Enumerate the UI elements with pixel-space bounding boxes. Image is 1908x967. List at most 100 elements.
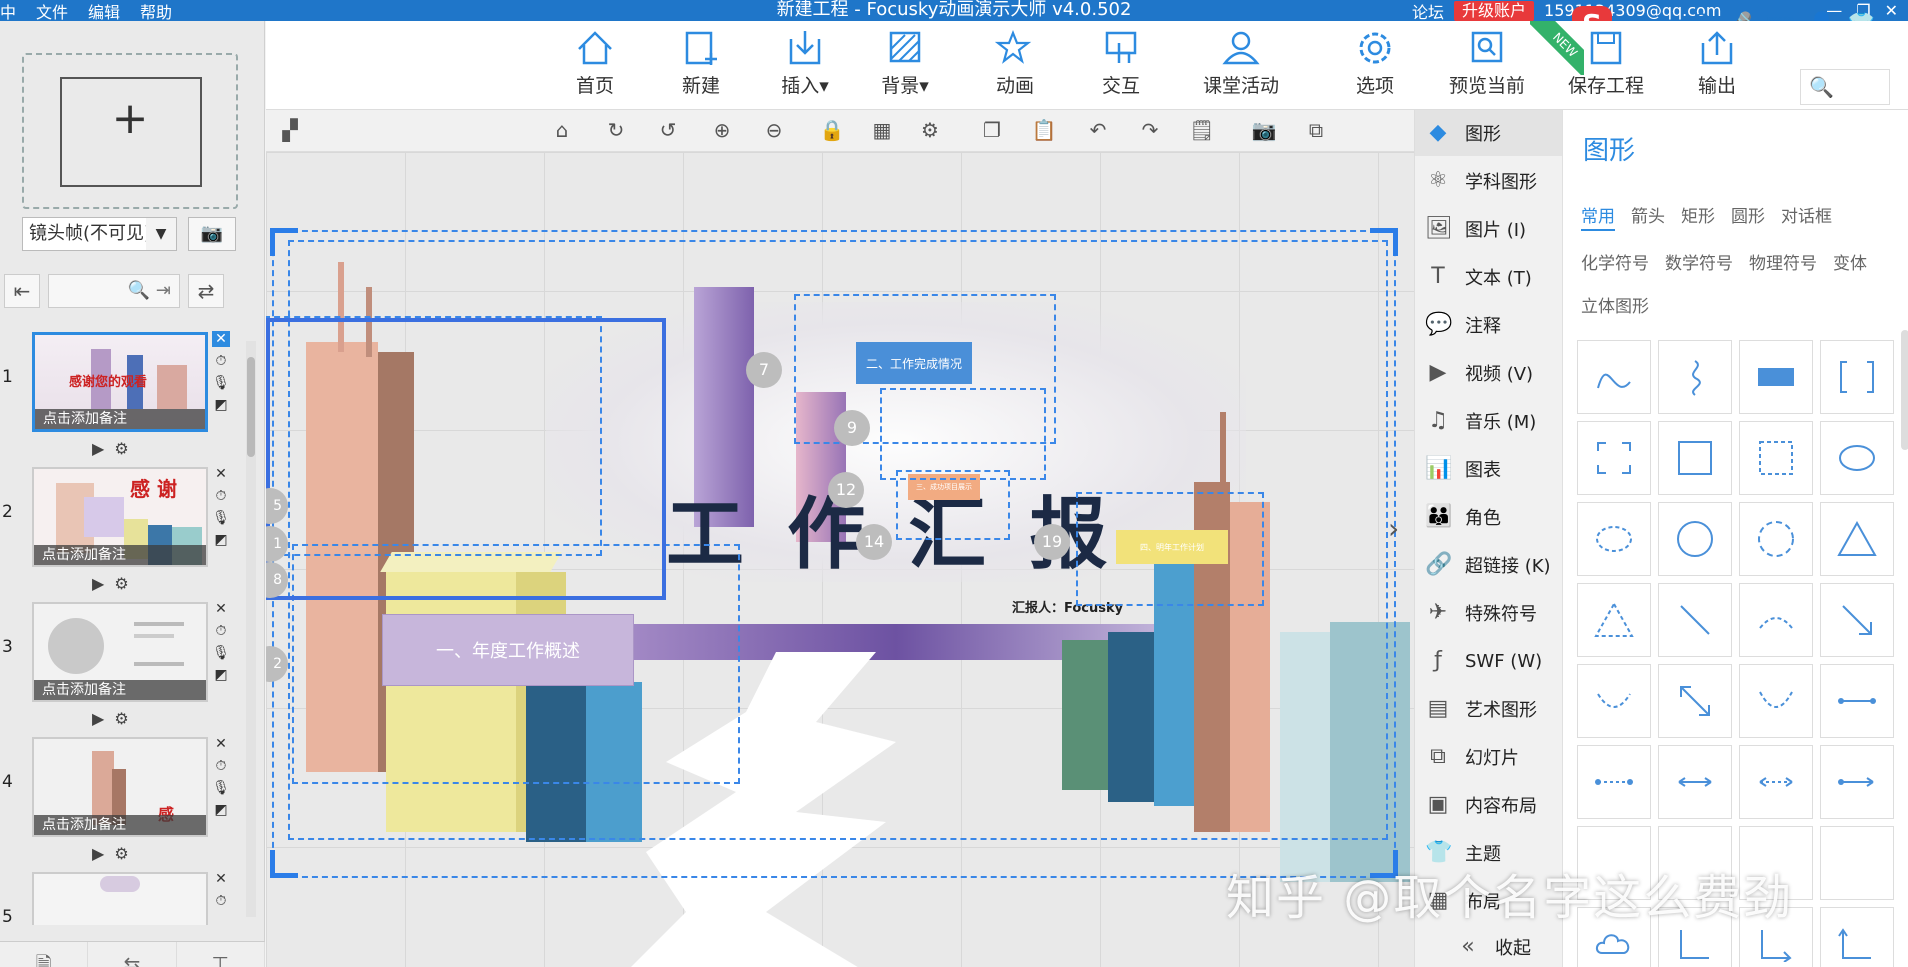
step-marker[interactable]: 7 xyxy=(746,352,782,388)
first-slide-icon[interactable]: ⇤ xyxy=(4,274,40,308)
shape-cat-physics[interactable]: 物理符号 xyxy=(1749,249,1817,274)
forum-link[interactable]: 论坛 xyxy=(1412,0,1444,23)
upgrade-account-button[interactable]: 升级账户 xyxy=(1454,0,1535,21)
category-image[interactable]: 🖼 图片 (I) xyxy=(1415,206,1563,252)
animation-button[interactable]: 动画 xyxy=(970,29,1060,98)
slide-item[interactable]: 5 ✕ ⏱ xyxy=(0,869,245,925)
scroll-thumb[interactable] xyxy=(247,357,255,457)
slide-note[interactable]: 点击添加备注 xyxy=(34,545,206,565)
frame-outline[interactable] xyxy=(880,388,1046,480)
history-icon[interactable]: 🗒 xyxy=(1188,118,1216,142)
settings-icon[interactable]: ⚙ xyxy=(114,844,128,863)
slide-note[interactable]: 点击添加备注 xyxy=(35,409,205,429)
shape-ellipse[interactable] xyxy=(1820,421,1894,495)
shape-cat-common[interactable]: 常用 xyxy=(1581,202,1615,231)
category-swf[interactable]: ƒ SWF (W) xyxy=(1415,638,1563,684)
timer-icon[interactable]: ⏱ xyxy=(216,893,227,909)
slide-search-input[interactable]: 🔍 ⇥ xyxy=(48,274,180,308)
category-note[interactable]: 💬 注释 xyxy=(1415,302,1563,348)
shape-dashed-double-head[interactable] xyxy=(1739,745,1813,819)
redo-icon[interactable]: ↷ xyxy=(1136,118,1164,142)
shape-cat-chemistry[interactable]: 化学符号 xyxy=(1581,249,1649,274)
shape-arrow-line[interactable] xyxy=(1820,583,1894,657)
slide-thumbnail[interactable]: 感 点击添加备注 xyxy=(32,737,208,837)
mic-icon[interactable]: 🎙 xyxy=(212,510,230,526)
shape-triangle[interactable] xyxy=(1820,502,1894,576)
shape-cat-3d[interactable]: 立体图形 xyxy=(1581,292,1649,317)
category-shape[interactable]: ◆ 图形 xyxy=(1415,110,1563,156)
toolbar-search-input[interactable]: 🔍 xyxy=(1800,69,1890,105)
timer-icon[interactable]: ⏱ xyxy=(216,488,227,504)
shape-curve[interactable] xyxy=(1577,340,1651,414)
layout-icon[interactable]: ▞ xyxy=(276,118,304,142)
category-special-symbol[interactable]: ✈ 特殊符号 xyxy=(1415,590,1563,636)
editing-canvas[interactable]: 工 作 汇 报 汇报人：Focusky 一、年度工作概述 二、工作完成情况 三、… xyxy=(266,152,1414,967)
category-chart[interactable]: 📊 图表 xyxy=(1415,446,1563,492)
shape-arc-arrow[interactable] xyxy=(1739,664,1813,738)
shape-cat-arrow[interactable]: 箭头 xyxy=(1631,202,1665,231)
background-button[interactable]: 背景▾ xyxy=(860,29,950,98)
home-view-icon[interactable]: ⌂ xyxy=(548,118,576,142)
collapse-panel-icon[interactable]: ⊤ xyxy=(177,942,265,967)
category-music[interactable]: ♫ 音乐 (M) xyxy=(1415,398,1563,444)
slide-note[interactable]: 点击添加备注 xyxy=(34,815,206,835)
grid-settings-icon[interactable]: ⚙ xyxy=(916,118,944,142)
shape-circle[interactable] xyxy=(1658,502,1732,576)
last-slide-icon[interactable]: ⇥ xyxy=(156,280,171,301)
add-frame-button[interactable]: + xyxy=(22,53,238,209)
chevron-down-icon[interactable]: ▼ xyxy=(146,218,176,250)
shape-cat-dialog[interactable]: 对话框 xyxy=(1781,202,1832,231)
shape-arrow-right[interactable] xyxy=(1820,745,1894,819)
play-icon[interactable]: ▶ xyxy=(92,844,104,863)
step-marker[interactable]: 19 xyxy=(1034,524,1070,560)
reorder-icon[interactable]: ⇄ xyxy=(188,274,224,308)
delete-slide-icon[interactable]: ✕ xyxy=(215,871,227,887)
shape-dashed-triangle[interactable] xyxy=(1577,583,1651,657)
slide-item[interactable]: 2 感 谢 点击添加备注 ✕ ⏱ 🎙 ◩ ▶ ⚙ xyxy=(0,464,245,594)
rotate-left-icon[interactable]: ↺ xyxy=(654,118,682,142)
shape-double-arrow[interactable] xyxy=(1658,664,1732,738)
delete-slide-icon[interactable]: ✕ xyxy=(215,466,227,482)
timer-icon[interactable]: ⏱ xyxy=(216,623,227,639)
timer-icon[interactable]: ⏱ xyxy=(216,353,227,369)
play-icon[interactable]: ▶ xyxy=(92,709,104,728)
rotate-right-icon[interactable]: ↻ xyxy=(602,118,630,142)
insert-button[interactable]: 插入▾ xyxy=(760,29,850,98)
step-marker[interactable]: 9 xyxy=(834,410,870,446)
settings-icon[interactable]: ⚙ xyxy=(114,709,128,728)
frame-outline[interactable] xyxy=(896,470,1010,540)
delete-slide-icon[interactable]: ✕ xyxy=(215,736,227,752)
shape-dot-line[interactable] xyxy=(1820,664,1894,738)
settings-icon[interactable]: ⚙ xyxy=(114,439,128,458)
home-button[interactable]: 首页 xyxy=(550,29,640,98)
shape-line[interactable] xyxy=(1658,583,1732,657)
shape-elbow-double-arrow[interactable] xyxy=(1820,907,1894,967)
shape-corner-frame[interactable] xyxy=(1577,421,1651,495)
slide-note[interactable]: 点击添加备注 xyxy=(34,680,206,700)
category-slideshow[interactable]: ⧉ 幻灯片 xyxy=(1415,734,1563,780)
shape-cat-circle[interactable]: 圆形 xyxy=(1731,202,1765,231)
shape-dashed-circle[interactable] xyxy=(1739,502,1813,576)
copy-icon[interactable]: ❐ xyxy=(978,118,1006,142)
camera-frame-select[interactable]: 镜头帧(不可见) ▼ xyxy=(22,217,177,251)
grid-icon[interactable]: ▦ xyxy=(868,118,896,142)
mic-icon[interactable]: 🎙 xyxy=(212,645,230,661)
category-text[interactable]: T 文本 (T) xyxy=(1415,254,1563,300)
slide-thumbnail[interactable] xyxy=(32,872,208,925)
options-button[interactable]: 选项 xyxy=(1330,29,1420,98)
zoom-out-icon[interactable]: ⊖ xyxy=(760,118,788,142)
collapse-button[interactable]: « 收起 xyxy=(1415,924,1563,967)
play-icon[interactable]: ▶ xyxy=(92,574,104,593)
step-marker[interactable]: 14 xyxy=(856,524,892,560)
delete-slide-icon[interactable]: ✕ xyxy=(215,601,227,617)
shape-cat-rect[interactable]: 矩形 xyxy=(1681,202,1715,231)
preview-current-button[interactable]: 预览当前 xyxy=(1432,29,1542,98)
category-video[interactable]: ▶ 视频 (V) xyxy=(1415,350,1563,396)
slide-thumbnail[interactable]: 感谢您的观看 点击添加备注 xyxy=(32,332,208,432)
slide-item[interactable]: 3 点击添加备注 ✕ ⏱ 🎙 ◩ ▶ ⚙ xyxy=(0,599,245,729)
shape-filled-rect[interactable] xyxy=(1739,340,1813,414)
notes-icon[interactable]: 🗎 xyxy=(0,942,89,967)
lock-icon[interactable]: 🔒 xyxy=(818,118,846,142)
mic-icon[interactable]: 🎙 xyxy=(212,375,230,391)
resize-icon[interactable]: ◩ xyxy=(214,397,227,413)
